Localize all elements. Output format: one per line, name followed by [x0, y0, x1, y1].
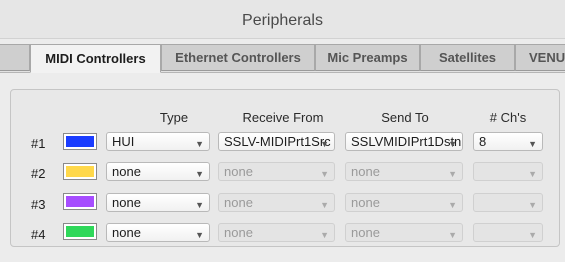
receive-from-select: none ▼	[218, 223, 335, 242]
chevron-down-icon: ▼	[320, 139, 329, 149]
chevron-down-icon: ▼	[448, 200, 457, 210]
window-title: Peripherals	[242, 12, 323, 29]
chevron-down-icon: ▼	[448, 230, 457, 240]
color-fill-3	[66, 196, 94, 207]
midi-controllers-panel: Type Receive From Send To # Ch's #1 HUI ▼…	[10, 89, 560, 247]
tab-ethernet-controllers[interactable]: Ethernet Controllers	[161, 44, 315, 71]
send-to-select[interactable]: SSLVMIDIPrt1Dstn ▼	[345, 132, 463, 151]
column-header-receive-from: Receive From	[242, 110, 324, 125]
chevron-down-icon: ▼	[528, 139, 537, 149]
chevron-down-icon: ▼	[320, 230, 329, 240]
color-swatch[interactable]	[63, 163, 97, 180]
row-label: #3	[31, 197, 46, 212]
tab-strip: MIDI Controllers Ethernet Controllers Mi…	[0, 44, 565, 73]
tab-content: Type Receive From Send To # Ch's #1 HUI ▼…	[0, 72, 565, 262]
receive-from-select: none ▼	[218, 162, 335, 181]
type-select[interactable]: HUI ▼	[106, 132, 210, 151]
tab-partial-left[interactable]	[0, 44, 30, 71]
row-label: #2	[31, 166, 46, 181]
chevron-down-icon: ▼	[528, 169, 537, 179]
type-select[interactable]: none ▼	[106, 193, 210, 212]
receive-from-select: none ▼	[218, 193, 335, 212]
type-select[interactable]: none ▼	[106, 162, 210, 181]
title-bar: Peripherals	[0, 0, 565, 39]
tab-venue[interactable]: VENU	[515, 44, 565, 71]
column-header-send-to: Send To	[381, 110, 429, 125]
send-to-select: none ▼	[345, 193, 463, 212]
chevron-down-icon: ▼	[320, 200, 329, 210]
chevron-down-icon: ▼	[195, 139, 204, 149]
send-to-select: none ▼	[345, 162, 463, 181]
receive-from-value: none	[224, 225, 253, 240]
send-to-value: none	[351, 225, 380, 240]
type-select[interactable]: none ▼	[106, 223, 210, 242]
channels-value: 8	[479, 134, 487, 149]
channels-select[interactable]: 8 ▼	[473, 132, 543, 151]
channels-select: ▼	[473, 162, 543, 181]
color-swatch[interactable]	[63, 223, 97, 240]
send-to-value: none	[351, 164, 380, 179]
channels-select: ▼	[473, 223, 543, 242]
type-value: HUI	[112, 134, 135, 149]
chevron-down-icon: ▼	[528, 230, 537, 240]
receive-from-value: none	[224, 195, 253, 210]
tab-mic-preamps[interactable]: Mic Preamps	[315, 44, 420, 71]
chevron-down-icon: ▼	[195, 169, 204, 179]
tab-midi-controllers[interactable]: MIDI Controllers	[30, 44, 161, 73]
tab-satellites[interactable]: Satellites	[420, 44, 515, 71]
send-to-value: SSLVMIDIPrt1Dstn	[351, 134, 462, 149]
chevron-down-icon: ▼	[195, 230, 204, 240]
row-label: #4	[31, 227, 46, 242]
color-fill-4	[66, 226, 94, 237]
chevron-down-icon: ▼	[195, 200, 204, 210]
channels-select: ▼	[473, 193, 543, 212]
receive-from-value: none	[224, 164, 253, 179]
chevron-down-icon: ▼	[528, 200, 537, 210]
chevron-down-icon: ▼	[448, 169, 457, 179]
color-fill-1	[66, 136, 94, 147]
type-value: none	[112, 225, 141, 240]
column-header-channels: # Ch's	[489, 110, 527, 125]
column-header-type: Type	[159, 110, 189, 125]
send-to-select: none ▼	[345, 223, 463, 242]
color-swatch[interactable]	[63, 193, 97, 210]
chevron-down-icon: ▼	[320, 169, 329, 179]
row-label: #1	[31, 136, 46, 151]
send-to-value: none	[351, 195, 380, 210]
receive-from-value: SSLV-MIDIPrt1Src	[224, 134, 331, 149]
type-value: none	[112, 195, 141, 210]
type-value: none	[112, 164, 141, 179]
color-swatch[interactable]	[63, 133, 97, 150]
chevron-down-icon: ▼	[448, 139, 457, 149]
receive-from-select[interactable]: SSLV-MIDIPrt1Src ▼	[218, 132, 335, 151]
color-fill-2	[66, 166, 94, 177]
